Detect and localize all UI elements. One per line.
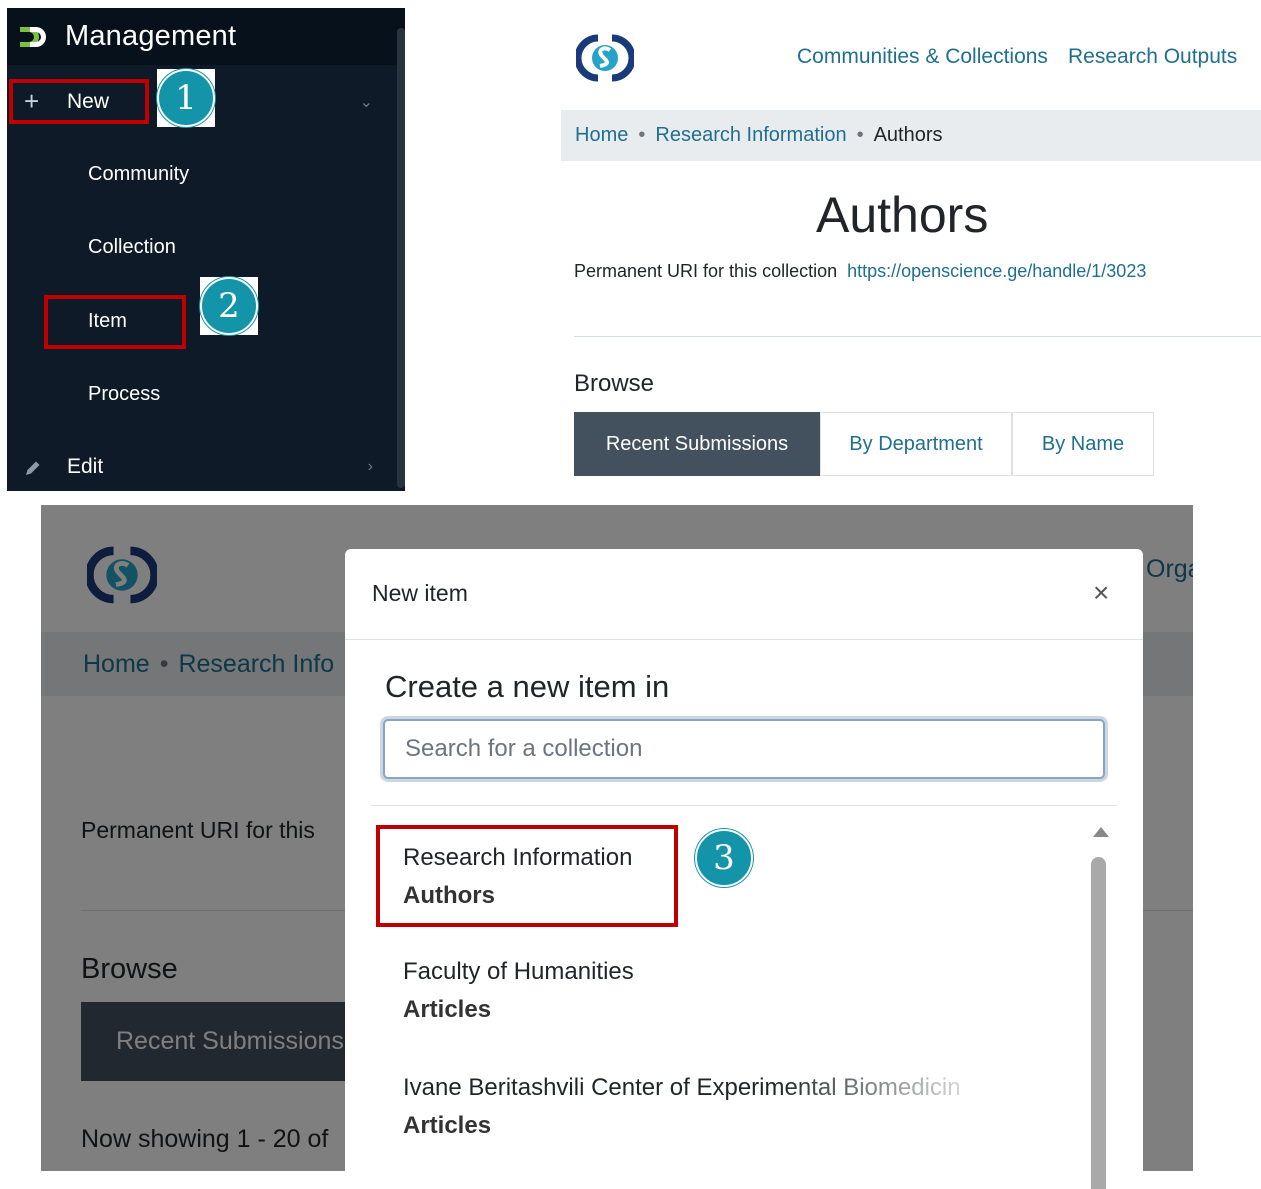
breadcrumb-home[interactable]: Home [575,124,628,147]
collection-search-input[interactable] [383,719,1105,779]
chevron-down-icon: ⌄ [359,94,373,111]
step-callout-3: 3 [695,829,753,887]
site-logo-icon[interactable] [576,34,634,82]
modal-header: New item × [345,549,1143,640]
nav-communities-collections[interactable]: Communities & Collections [797,45,1048,69]
step-callout-1: 1 [157,69,215,127]
step-number: 1 [157,69,215,127]
sidebar-item-community[interactable]: Community [7,154,397,194]
page-title: Authors [816,187,989,243]
sidebar-item-collection[interactable]: Collection [7,227,397,267]
sidebar-item-label: Collection [88,235,176,258]
browse-tabs: Recent Submissions By Department By Name [574,412,1154,476]
scrollbar-thumb[interactable] [1091,857,1106,1189]
collection-page: Communities & Collections Research Outpu… [406,0,1261,492]
permanent-uri: Permanent URI for this collection https:/… [574,261,1146,282]
breadcrumb: Home • Research Information • Authors [561,110,1261,161]
modal-subtitle: Create a new item in [385,669,670,704]
collection-name: Articles [403,1112,492,1139]
dspace-logo-icon [20,26,46,47]
breadcrumb-separator: • [856,124,864,146]
permanent-uri-label: Permanent URI for this collection [574,261,838,281]
breadcrumb-research-information[interactable]: Research Information [655,124,846,147]
browse-heading: Browse [574,370,655,397]
breadcrumb-current: Authors [873,124,943,146]
collection-option-beritashvili-articles[interactable]: Ivane Beritashvili Center of Experimenta… [403,1074,1003,1140]
pencil-icon [26,461,40,475]
highlight-new [9,79,149,124]
sidebar-item-process[interactable]: Process [7,374,397,414]
close-icon[interactable]: × [1093,577,1109,609]
tab-by-name[interactable]: By Name [1012,412,1154,476]
divider [371,805,1117,806]
sidebar-item-label: Process [88,382,161,405]
permanent-uri-link[interactable]: https://openscience.ge/handle/1/3023 [847,261,1146,281]
collection-parent: Faculty of Humanities [403,958,634,985]
sidebar-item-label: Edit [67,455,104,478]
sidebar-scrollbar[interactable] [397,28,405,488]
collection-option-faculty-of-humanities-articles[interactable]: Faculty of Humanities Articles [403,958,634,1024]
step-number: 2 [200,277,258,335]
highlight-research-information-authors [376,825,678,927]
tab-recent-submissions[interactable]: Recent Submissions [574,412,820,476]
collection-list-scrollbar[interactable] [1088,827,1110,1189]
sidebar-header: Management [7,8,405,65]
collection-parent: Ivane Beritashvili Center of Experimenta… [403,1074,1003,1102]
step-number: 3 [695,829,753,887]
scroll-up-arrow-icon[interactable] [1093,827,1109,837]
modal-title: New item [372,580,468,606]
breadcrumb-separator: • [638,124,646,146]
chevron-right-icon: › [367,458,373,475]
nav-research-outputs[interactable]: Research Outputs [1068,45,1237,69]
divider [574,336,1261,337]
sidebar-item-edit[interactable]: Edit › [7,447,397,487]
sidebar-title: Management [65,20,237,52]
tab-by-department[interactable]: By Department [820,412,1012,476]
step-callout-2: 2 [200,277,258,335]
sidebar-item-label: Community [88,162,190,185]
collection-name: Articles [403,996,492,1023]
highlight-item [44,295,186,349]
